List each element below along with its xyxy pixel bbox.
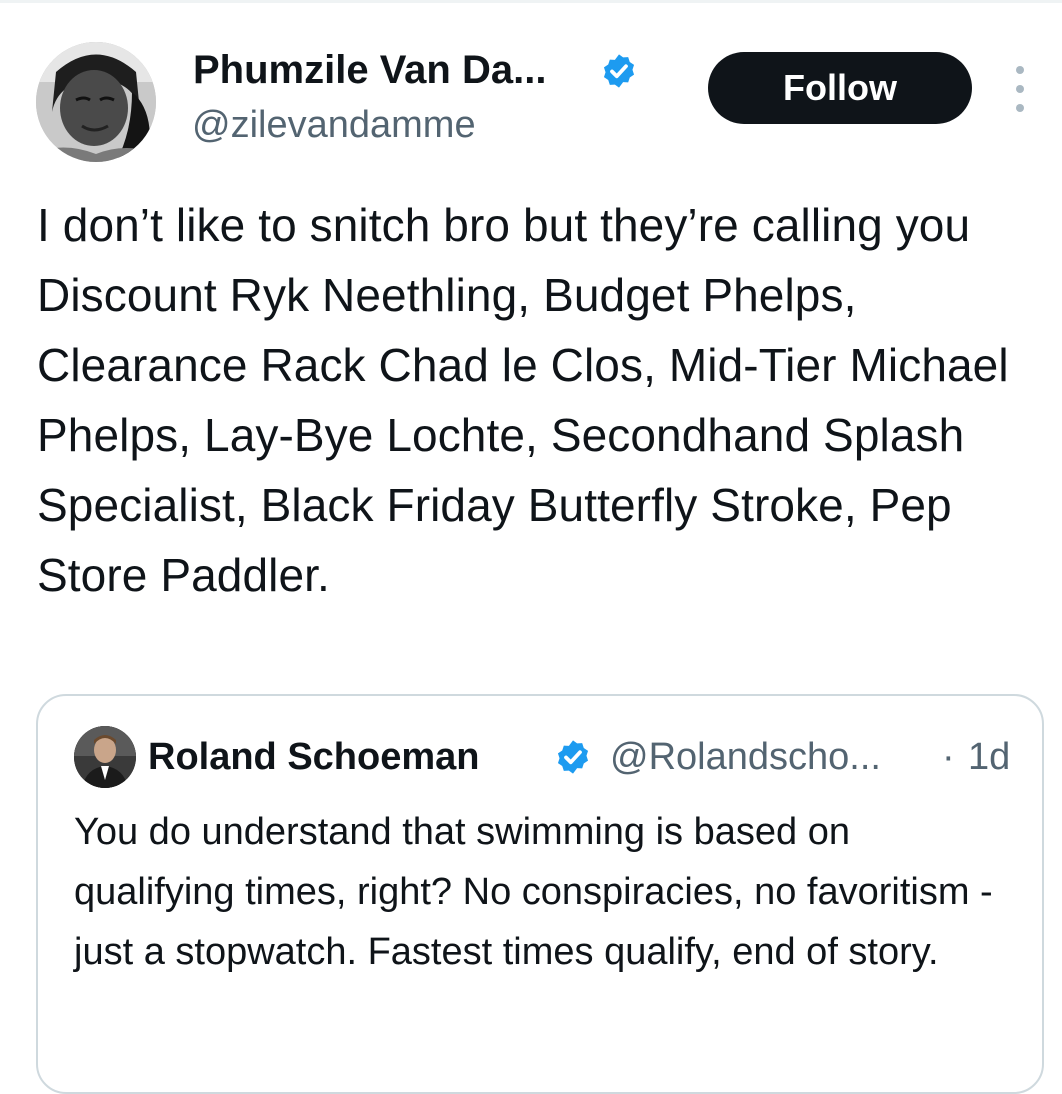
follow-button[interactable]: Follow (708, 52, 972, 124)
quote-text: You do understand that swimming is based… (74, 811, 993, 973)
top-divider (0, 0, 1062, 3)
verified-badge-icon (557, 740, 589, 774)
quote-timestamp[interactable]: 1d (968, 734, 1010, 780)
quote-author-avatar[interactable] (74, 726, 136, 788)
quote-separator: · (942, 736, 955, 778)
more-dot (1016, 66, 1024, 74)
tweet-text: I don’t like to snitch bro but they’re c… (37, 199, 1009, 601)
author-name[interactable]: Phumzile Van Da... (193, 46, 546, 94)
more-dot (1016, 104, 1024, 112)
quote-author-handle[interactable]: @Rolandscho... (610, 734, 881, 780)
more-vertical-icon[interactable] (1006, 66, 1034, 112)
verified-badge-icon (603, 54, 635, 88)
quote-author-name[interactable]: Roland Schoeman (148, 734, 480, 780)
author-avatar[interactable] (36, 42, 156, 162)
quoted-tweet-card[interactable]: Roland Schoeman @Rolandscho... · 1d You … (36, 694, 1044, 1094)
quote-author-avatar-image (74, 726, 136, 788)
author-handle[interactable]: @zilevandamme (192, 102, 476, 148)
author-avatar-image (36, 42, 156, 162)
more-dot (1016, 85, 1024, 93)
